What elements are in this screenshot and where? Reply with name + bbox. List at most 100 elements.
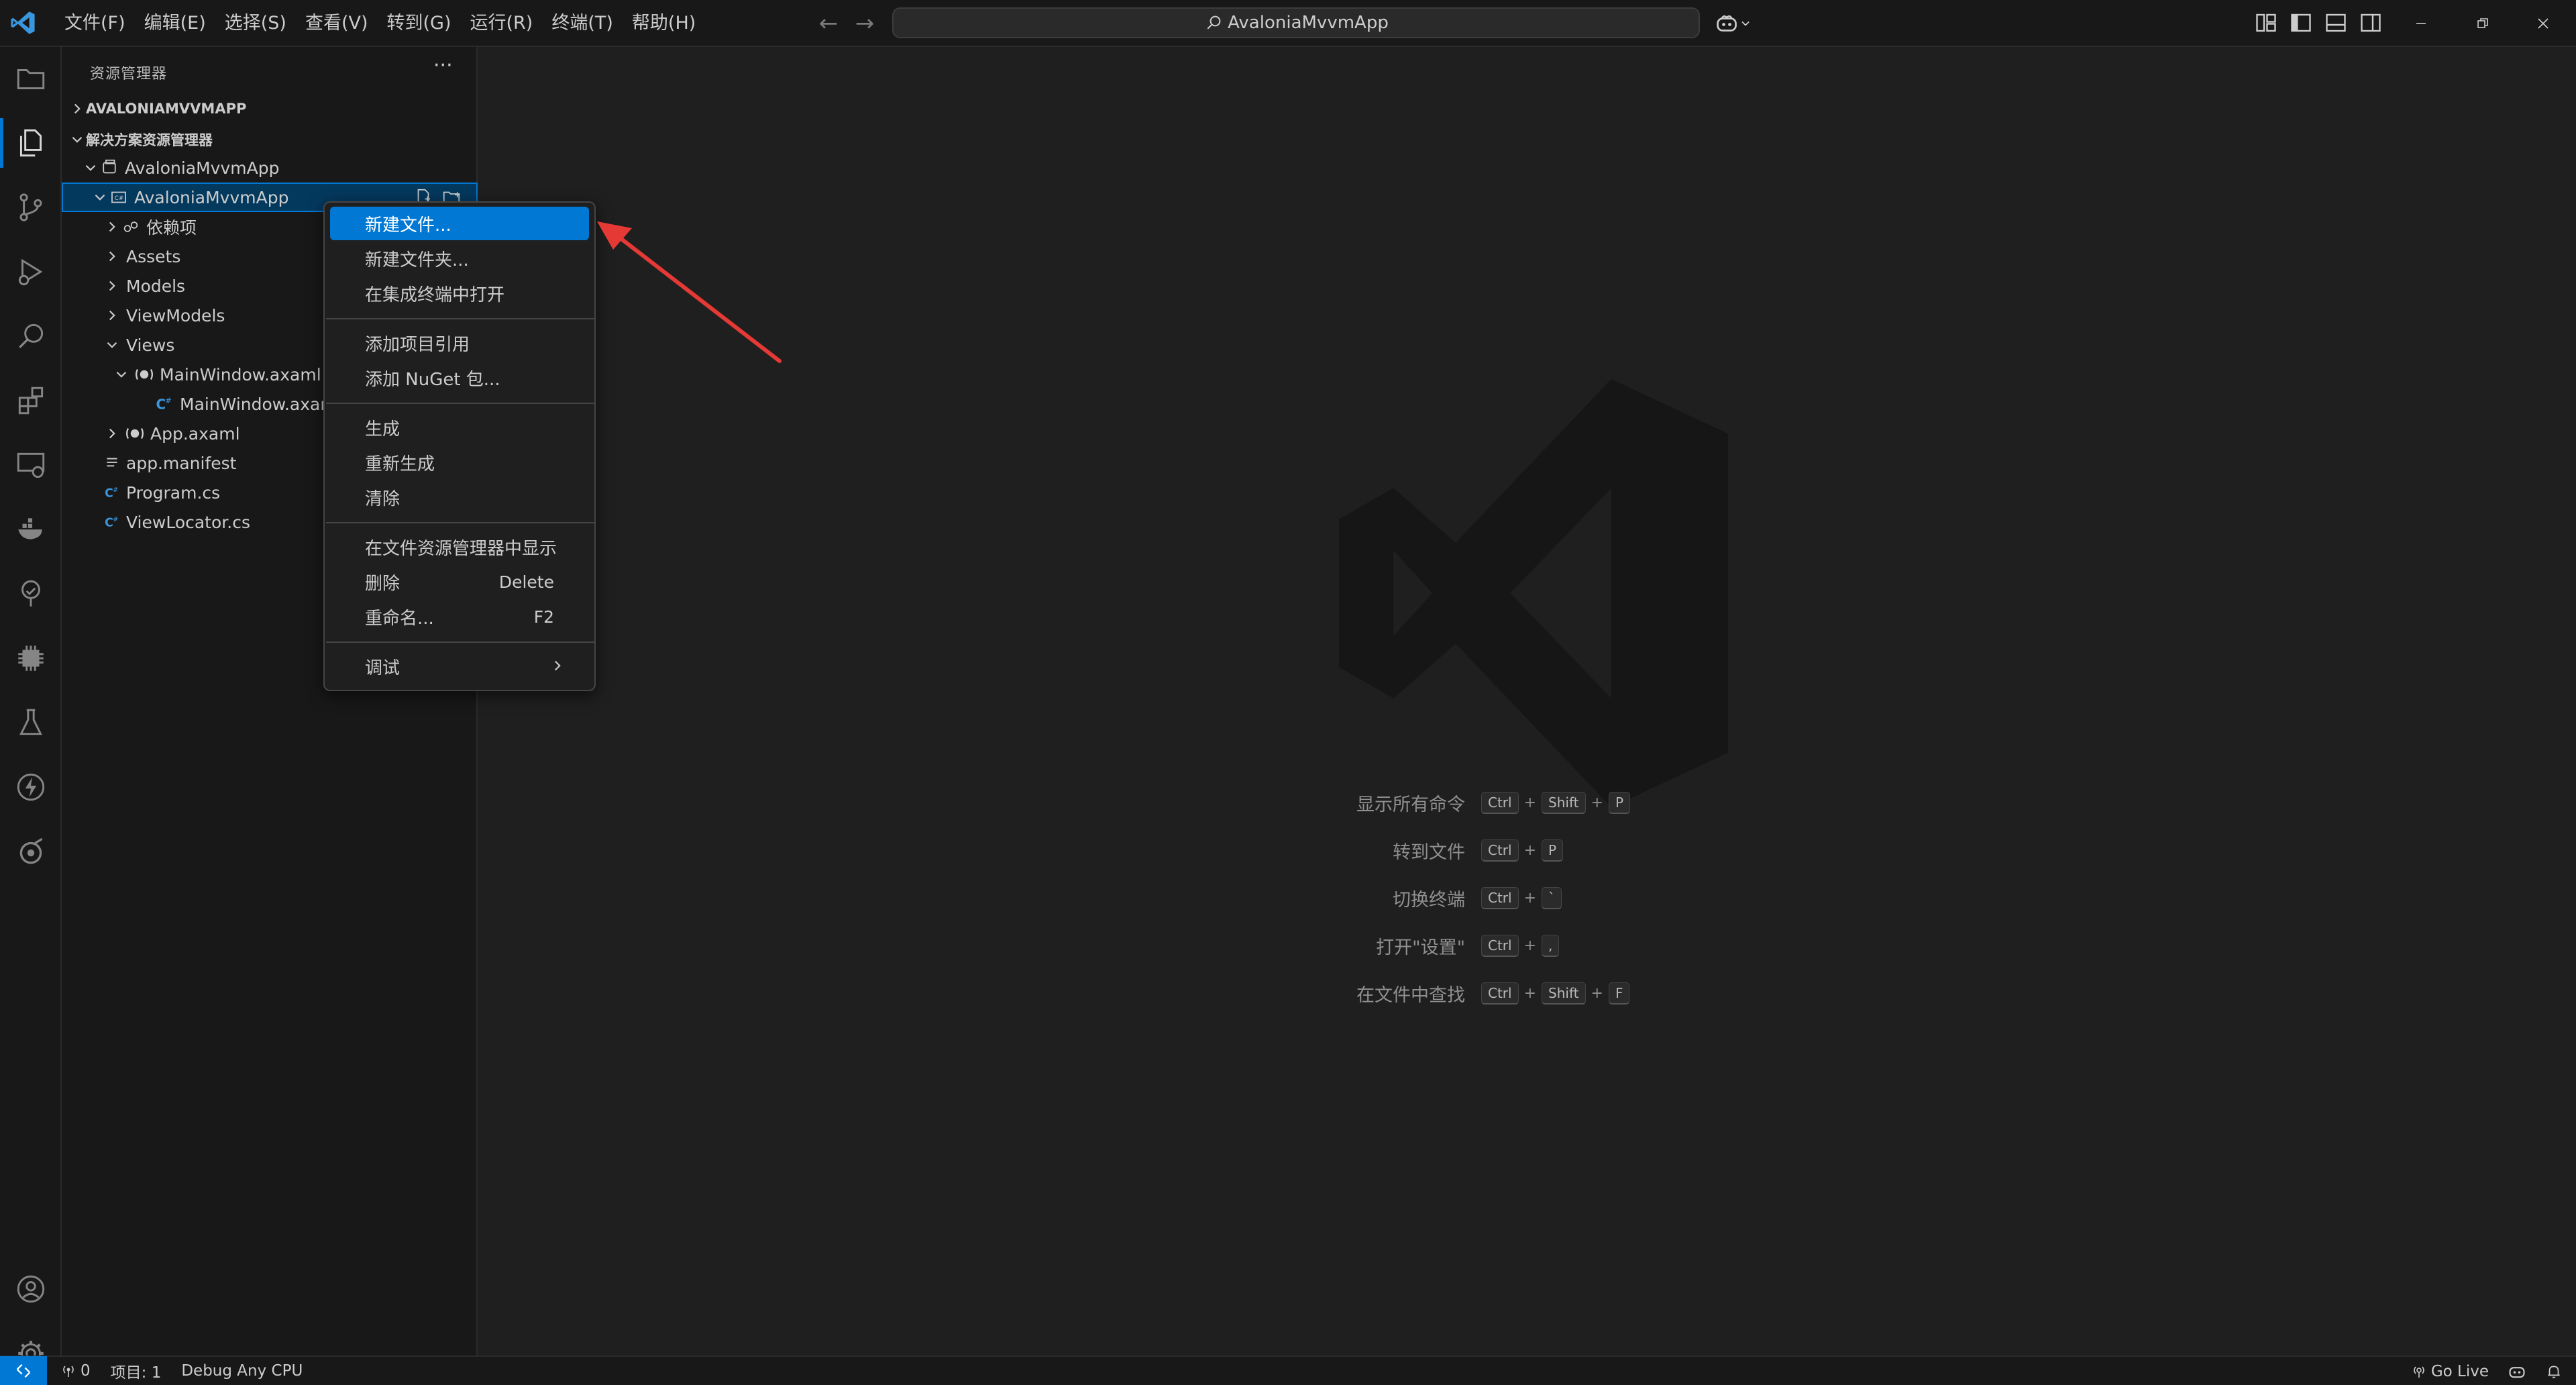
ctx-add-project-reference[interactable]: 添加项目引用: [330, 326, 589, 360]
menu-run[interactable]: 运行(R): [464, 0, 540, 47]
activity-extensions[interactable]: [0, 370, 62, 431]
copilot-status-icon[interactable]: [2508, 1362, 2526, 1381]
activity-thunder[interactable]: [0, 757, 62, 817]
key-cap: Ctrl: [1481, 886, 1519, 909]
toggle-panel-icon[interactable]: [2324, 11, 2348, 35]
tree-item-solution[interactable]: AvaloniaMvvmApp: [62, 153, 478, 183]
swirl-icon: [19, 837, 43, 864]
ctx-label: 清除: [365, 489, 400, 509]
key-cap: Ctrl: [1481, 839, 1519, 862]
ctx-rename[interactable]: 重命名... F2: [330, 600, 589, 633]
hint-open-settings: 打开"设置" Ctrl + ,: [1339, 931, 1560, 960]
ports-count: 0: [80, 1362, 91, 1380]
tree-label: AvaloniaMvvmApp: [125, 158, 280, 178]
forward-button[interactable]: →: [849, 8, 880, 39]
ctx-rebuild[interactable]: 重新生成: [330, 446, 589, 479]
menu-separator: [326, 403, 594, 404]
tree-label: MainWindow.axam: [180, 394, 337, 414]
activity-source-control[interactable]: [0, 177, 62, 238]
go-live-button[interactable]: Go Live: [2411, 1363, 2489, 1380]
chevron-right-icon: [109, 280, 115, 291]
title-bar: 文件(F) 编辑(E) 选择(S) 查看(V) 转到(G) 运行(R) 终端(T…: [0, 0, 2576, 47]
bell-icon[interactable]: [2545, 1363, 2563, 1380]
project-icon: C#: [111, 191, 126, 203]
svg-text:#: #: [113, 516, 118, 523]
menu-edit[interactable]: 编辑(E): [138, 0, 213, 47]
ctx-label: 调试: [365, 658, 400, 678]
section-workspace[interactable]: AVALONIAMVVMAPP: [62, 94, 478, 123]
search-icon: [1207, 15, 1221, 30]
solution-icon: [103, 159, 116, 174]
activity-folders[interactable]: [0, 48, 62, 109]
remote-indicator[interactable]: [0, 1356, 47, 1385]
tree-label: App.axaml: [150, 423, 240, 444]
ctx-clean[interactable]: 清除: [330, 480, 589, 514]
ctx-reveal-in-explorer[interactable]: 在文件资源管理器中显示: [330, 530, 589, 564]
restore-icon: [2477, 18, 2488, 28]
activity-accounts[interactable]: [0, 1259, 62, 1319]
activity-remote-explorer[interactable]: [0, 435, 62, 495]
ctx-open-in-terminal[interactable]: 在集成终端中打开: [330, 276, 589, 310]
section-solution-explorer[interactable]: 解决方案资源管理器: [62, 125, 478, 154]
activity-testing[interactable]: [0, 692, 62, 753]
menu-view[interactable]: 查看(V): [299, 0, 375, 47]
project-count[interactable]: 项目: 1: [111, 1360, 162, 1382]
svg-text:C: C: [105, 517, 113, 530]
toggle-primary-sidebar-icon[interactable]: [2289, 11, 2313, 35]
shortcut-label: F2: [533, 607, 554, 627]
minimize-button[interactable]: [2391, 0, 2451, 47]
toggle-secondary-sidebar-icon[interactable]: [2359, 11, 2383, 35]
ctx-build[interactable]: 生成: [330, 411, 589, 444]
section-label: 解决方案资源管理器: [86, 132, 213, 148]
more-actions-icon[interactable]: ···: [433, 54, 453, 77]
key-cap: P: [1608, 791, 1630, 814]
remote-explorer-icon: [17, 452, 45, 478]
close-icon: [2538, 18, 2548, 29]
ctx-label: 在集成终端中打开: [365, 285, 505, 305]
hint-show-all-commands: 显示所有命令 Ctrl + Shift + P: [1339, 788, 1630, 817]
menu-terminal[interactable]: 终端(T): [545, 0, 620, 47]
activity-extension-misc[interactable]: [0, 821, 62, 882]
tree-label: AvaloniaMvvmApp: [134, 187, 289, 207]
tree-label: Program.cs: [126, 482, 221, 503]
ports-indicator[interactable]: 0: [60, 1362, 91, 1380]
status-bar: 0 项目: 1 Debug Any CPU Go Live: [0, 1355, 2576, 1385]
hint-go-to-file: 转到文件 Ctrl + P: [1339, 835, 1564, 865]
shortcut-label: Delete: [498, 572, 554, 592]
chevron-right-icon: [74, 103, 80, 114]
activity-run-debug[interactable]: [0, 242, 62, 302]
activity-platformio[interactable]: [0, 628, 62, 688]
ctx-label: 添加 NuGet 包...: [365, 369, 500, 390]
activity-testing-tree[interactable]: [0, 564, 62, 624]
tree-label: app.manifest: [126, 453, 237, 473]
back-button[interactable]: ←: [813, 8, 844, 39]
menu-selection[interactable]: 选择(S): [218, 0, 293, 47]
ctx-new-file[interactable]: 新建文件...: [330, 207, 589, 240]
build-configuration[interactable]: Debug Any CPU: [181, 1362, 303, 1380]
activity-search[interactable]: [0, 306, 62, 366]
command-center-search[interactable]: AvaloniaMvvmApp: [892, 7, 1700, 38]
activity-docker[interactable]: [0, 499, 62, 560]
customize-layout-icon[interactable]: [2254, 11, 2278, 35]
activity-explorer[interactable]: [0, 113, 62, 173]
go-live-label: Go Live: [2430, 1363, 2489, 1380]
ctx-add-nuget[interactable]: 添加 NuGet 包...: [330, 361, 589, 395]
chevron-right-icon: [109, 221, 115, 232]
extensions-icon: [18, 387, 44, 415]
hint-label: 打开"设置": [1376, 937, 1465, 958]
key-cap: Shift: [1542, 982, 1586, 1005]
menu-help[interactable]: 帮助(H): [625, 0, 702, 47]
close-button[interactable]: [2513, 0, 2573, 47]
ctx-debug[interactable]: 调试: [330, 650, 589, 683]
dependencies-icon: [123, 221, 138, 232]
ctx-delete[interactable]: 删除 Delete: [330, 565, 589, 599]
chevron-right-icon: [109, 251, 115, 262]
svg-text:C: C: [105, 487, 113, 501]
copilot-button[interactable]: [1715, 9, 1759, 38]
menu-go[interactable]: 转到(G): [380, 0, 458, 47]
hint-label: 转到文件: [1393, 841, 1465, 863]
restore-button[interactable]: [2453, 0, 2513, 47]
context-menu: 新建文件... 新建文件夹... 在集成终端中打开 添加项目引用 添加 NuGe…: [323, 201, 596, 691]
menu-file[interactable]: 文件(F): [58, 0, 132, 47]
ctx-new-folder[interactable]: 新建文件夹...: [330, 242, 589, 275]
